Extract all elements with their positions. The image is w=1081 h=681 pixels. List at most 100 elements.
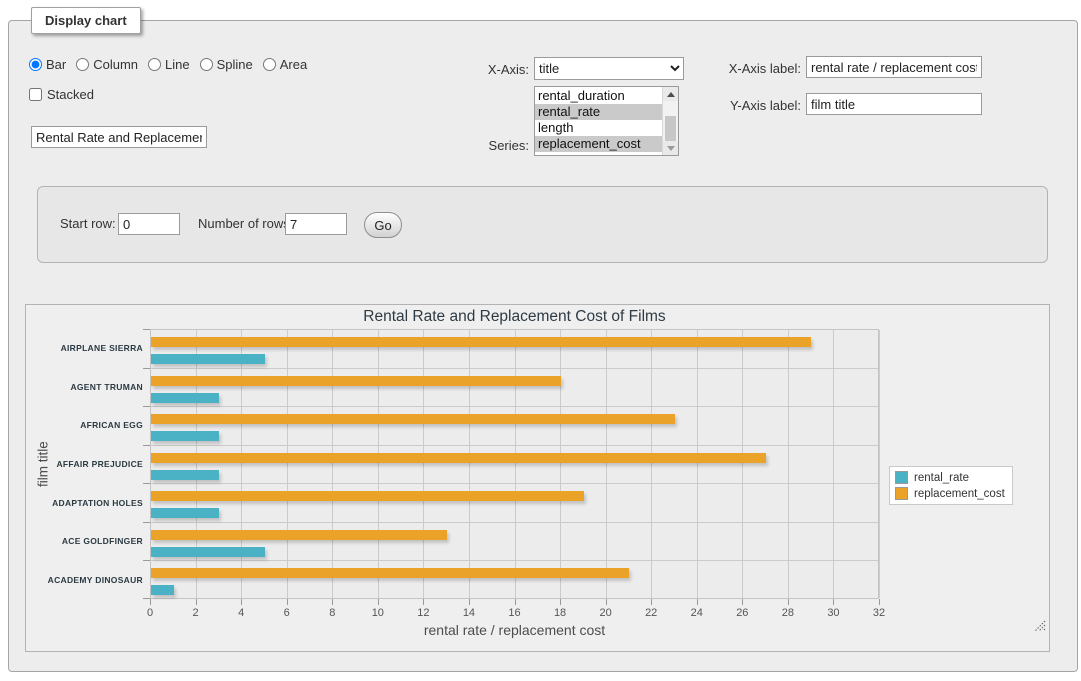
chart-type-radio-column[interactable] xyxy=(76,58,89,71)
x-tick-label: 12 xyxy=(403,607,443,619)
y-tick-label: AFRICAN EGG xyxy=(26,406,143,445)
x-tick-label: 16 xyxy=(495,607,535,619)
gridline xyxy=(332,330,333,598)
gridline xyxy=(697,330,698,598)
page: Display chart Bar Column Line Spline Area St… xyxy=(0,0,1081,681)
gridline xyxy=(196,330,197,598)
chart-type-radio-line[interactable] xyxy=(148,58,161,71)
chart-type-label: Line xyxy=(165,57,190,72)
y-axis-label-field-label: Y-Axis label: xyxy=(621,98,801,113)
stacked-label: Stacked xyxy=(47,87,94,102)
chart-type-bar[interactable]: Bar xyxy=(29,57,66,72)
x-tick-mark xyxy=(332,599,333,605)
y-tick-label: AGENT TRUMAN xyxy=(26,368,143,407)
number-of-rows-input[interactable] xyxy=(285,213,347,235)
legend-label: rental_rate xyxy=(914,472,969,484)
bar-replacement_cost-adaptation-holes xyxy=(151,491,584,501)
bar-replacement_cost-african-egg xyxy=(151,414,675,424)
bar-rental_rate-adaptation-holes xyxy=(151,508,219,518)
y-tick-mark xyxy=(143,329,150,330)
start-row-input[interactable] xyxy=(118,213,180,235)
x-tick-label: 20 xyxy=(586,607,626,619)
y-tick-mark xyxy=(143,406,150,407)
x-tick-mark xyxy=(196,599,197,605)
x-tick-mark xyxy=(697,599,698,605)
series-option-replacement_cost[interactable]: replacement_cost xyxy=(535,136,662,152)
gridline xyxy=(606,330,607,598)
x-tick-label: 30 xyxy=(813,607,853,619)
gridline xyxy=(423,330,424,598)
x-tick-mark xyxy=(833,599,834,605)
x-axis-select-label: X-Axis: xyxy=(433,62,529,77)
x-tick-label: 4 xyxy=(221,607,261,619)
x-axis-label-input[interactable] xyxy=(806,56,982,78)
scrollbar-thumb[interactable] xyxy=(665,116,676,145)
display-chart-panel: Display chart BarColumnLineSplineArea St… xyxy=(8,20,1078,672)
x-tick-label: 10 xyxy=(358,607,398,619)
x-tick-label: 0 xyxy=(130,607,170,619)
chart-title-input[interactable] xyxy=(31,126,207,148)
bar-replacement_cost-agent-truman xyxy=(151,376,561,386)
chart-title: Rental Rate and Replacement Cost of Film… xyxy=(150,308,879,326)
x-tick-mark xyxy=(651,599,652,605)
legend-swatch-icon xyxy=(895,487,908,500)
chart-type-radio-area[interactable] xyxy=(263,58,276,71)
y-axis-tick-labels: AIRPLANE SIERRAAGENT TRUMANAFRICAN EGGAF… xyxy=(26,329,143,599)
y-axis-label-input[interactable] xyxy=(806,93,982,115)
stacked-checkbox[interactable] xyxy=(29,88,42,101)
y-tick-label: ACE GOLDFINGER xyxy=(26,522,143,561)
x-tick-label: 14 xyxy=(449,607,489,619)
bar-rental_rate-academy-dinosaur xyxy=(151,585,174,595)
gridline xyxy=(287,330,288,598)
y-tick-label: AIRPLANE SIERRA xyxy=(26,329,143,368)
gridline xyxy=(151,445,878,446)
x-tick-mark xyxy=(423,599,424,605)
bar-replacement_cost-affair-prejudice xyxy=(151,453,766,463)
go-button[interactable]: Go xyxy=(364,212,402,238)
x-axis-title: rental rate / replacement cost xyxy=(150,622,879,638)
chart-type-column[interactable]: Column xyxy=(76,57,138,72)
panel-legend: Display chart xyxy=(31,7,141,34)
chart-container: Rental Rate and Replacement Cost of Film… xyxy=(25,304,1050,652)
y-tick-label: ACADEMY DINOSAUR xyxy=(26,560,143,599)
chart-type-label: Area xyxy=(280,57,307,72)
chart-type-label: Spline xyxy=(217,57,253,72)
y-tick-label: ADAPTATION HOLES xyxy=(26,483,143,522)
legend-swatch-icon xyxy=(895,471,908,484)
gridline xyxy=(151,522,878,523)
scroll-down-icon[interactable] xyxy=(663,141,678,155)
gridline xyxy=(378,330,379,598)
x-tick-mark xyxy=(378,599,379,605)
y-tick-mark xyxy=(143,560,150,561)
gridline xyxy=(788,330,789,598)
bar-rental_rate-airplane-sierra xyxy=(151,354,265,364)
chart-type-radio-bar[interactable] xyxy=(29,58,42,71)
y-tick-mark xyxy=(143,522,150,523)
x-tick-label: 22 xyxy=(631,607,671,619)
gridline xyxy=(151,560,878,561)
bar-rental_rate-ace-goldfinger xyxy=(151,547,265,557)
x-tick-label: 26 xyxy=(722,607,762,619)
x-tick-mark xyxy=(879,599,880,605)
series-listbox[interactable]: rental_durationrental_ratelengthreplacem… xyxy=(534,86,679,156)
stacked-option[interactable]: Stacked xyxy=(29,87,94,102)
chart-type-label: Bar xyxy=(46,57,66,72)
gridline xyxy=(151,483,878,484)
y-tick-mark xyxy=(143,445,150,446)
chart-type-radio-spline[interactable] xyxy=(200,58,213,71)
chart-type-area[interactable]: Area xyxy=(263,57,307,72)
resize-grip-icon[interactable] xyxy=(1033,619,1046,632)
chart-legend: rental_ratereplacement_cost xyxy=(889,466,1013,505)
bar-rental_rate-african-egg xyxy=(151,431,219,441)
number-of-rows-label: Number of rows: xyxy=(198,216,293,231)
gridline xyxy=(515,330,516,598)
gridline xyxy=(742,330,743,598)
chart-type-line[interactable]: Line xyxy=(148,57,190,72)
series-label: Series: xyxy=(433,138,529,153)
x-tick-label: 18 xyxy=(540,607,580,619)
chart-type-spline[interactable]: Spline xyxy=(200,57,253,72)
gridline xyxy=(651,330,652,598)
series-option-length[interactable]: length xyxy=(535,120,662,136)
x-tick-mark xyxy=(150,599,151,605)
row-range-box: Start row: Number of rows: Go xyxy=(37,186,1048,263)
